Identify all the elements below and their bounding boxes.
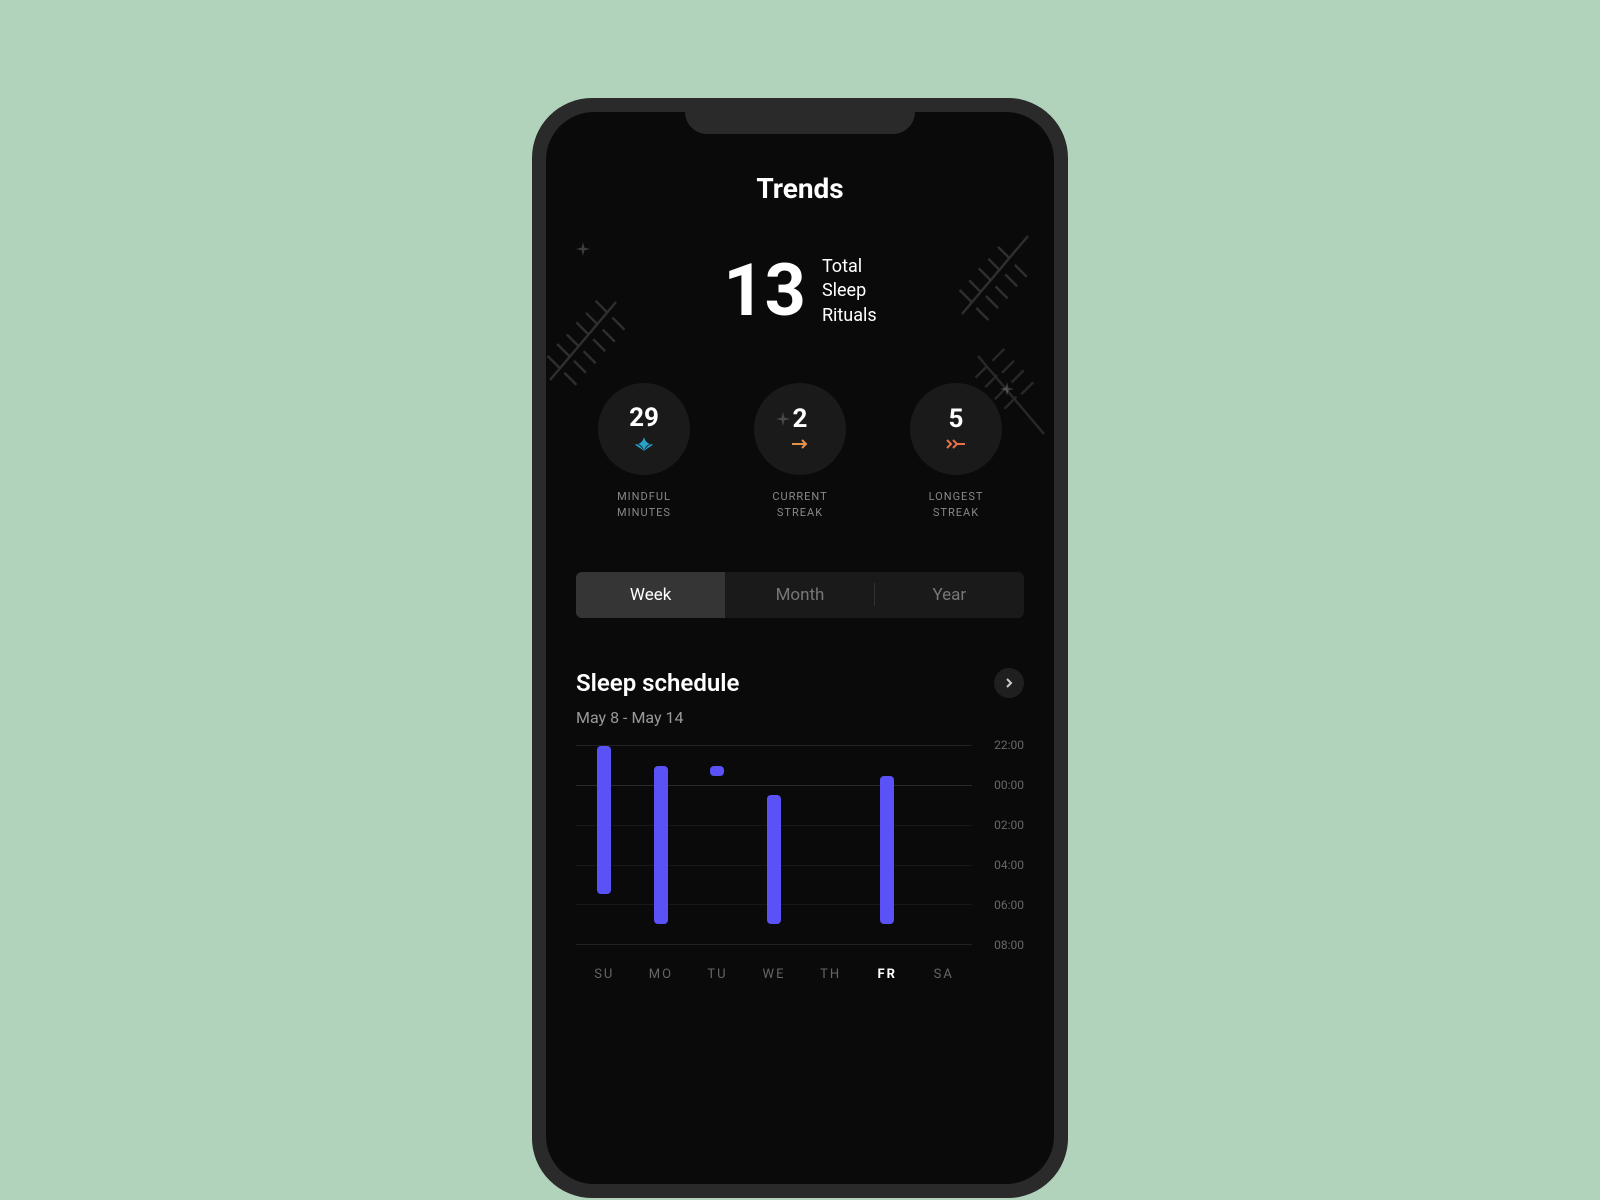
tab-month[interactable]: Month [725, 572, 874, 618]
stat-label: CURRENT STREAK [772, 489, 827, 522]
x-tick-label: WE [746, 967, 803, 982]
stat-label: LONGEST STREAK [929, 489, 984, 522]
hero-label-line: Sleep [822, 279, 877, 303]
stat-label: MINDFUL MINUTES [617, 489, 671, 522]
chart-bar[interactable] [880, 776, 894, 925]
phone-notch [685, 98, 915, 134]
chart-x-axis: SUMOTUWETHFRSA [576, 967, 1024, 982]
y-tick-label: 06:00 [994, 898, 1024, 912]
hero-value: 13 [723, 255, 806, 327]
chart-bar[interactable] [597, 746, 611, 895]
chart-plot-area [576, 745, 972, 945]
lotus-icon [633, 437, 655, 455]
time-range-tabs: Week Month Year [576, 572, 1024, 618]
sleep-chart: 22:0000:0002:0004:0006:0008:00 [576, 745, 1024, 945]
arrow-right-icon [791, 438, 809, 454]
chart-bar[interactable] [710, 766, 724, 776]
sleep-section-header: Sleep schedule [576, 668, 1024, 698]
y-tick-label: 02:00 [994, 818, 1024, 832]
tab-week[interactable]: Week [576, 572, 725, 618]
stat-value: 2 [793, 404, 808, 434]
stat-circle: 29 [598, 383, 690, 475]
x-tick-label: SU [576, 967, 633, 982]
chart-y-axis: 22:0000:0002:0004:0006:0008:00 [972, 745, 1024, 945]
y-tick-label: 04:00 [994, 858, 1024, 872]
x-tick-label: FR [859, 967, 916, 982]
sleep-detail-button[interactable] [994, 668, 1024, 698]
y-tick-label: 00:00 [994, 778, 1024, 792]
hero-metric: 13 Total Sleep Rituals [576, 255, 1024, 328]
stat-current-streak[interactable]: 2 CURRENT STREAK [754, 383, 846, 522]
hero-label-line: Rituals [822, 304, 877, 328]
chevron-right-icon [1005, 677, 1013, 689]
hero-label-line: Total [822, 255, 877, 279]
chart-bar[interactable] [654, 766, 668, 924]
page-title: Trends [576, 172, 1024, 205]
x-tick-label: TU [689, 967, 746, 982]
chart-bar[interactable] [767, 795, 781, 924]
x-tick-label: TH [802, 967, 859, 982]
double-arrow-right-icon [945, 438, 967, 454]
date-range: May 8 - May 14 [576, 708, 1024, 727]
tab-year[interactable]: Year [875, 572, 1024, 618]
sparkle-icon [576, 242, 590, 256]
stat-mindful-minutes[interactable]: 29 MINDFUL MINUTES [598, 383, 690, 522]
phone-frame: Trends [532, 98, 1068, 1198]
section-title: Sleep schedule [576, 669, 739, 697]
y-tick-label: 22:00 [994, 738, 1024, 752]
stat-value: 5 [949, 404, 964, 434]
phone-screen: Trends [546, 112, 1054, 1184]
stat-circle: 2 [754, 383, 846, 475]
hero-label: Total Sleep Rituals [822, 255, 877, 328]
stat-circle: 5 [910, 383, 1002, 475]
x-tick-label: SA [915, 967, 972, 982]
stat-longest-streak[interactable]: 5 LONGEST STREAK [910, 383, 1002, 522]
y-tick-label: 08:00 [994, 938, 1024, 952]
stats-row: 29 MINDFUL MINUTES 2 [576, 383, 1024, 522]
stat-value: 29 [629, 403, 659, 433]
x-tick-label: MO [633, 967, 690, 982]
